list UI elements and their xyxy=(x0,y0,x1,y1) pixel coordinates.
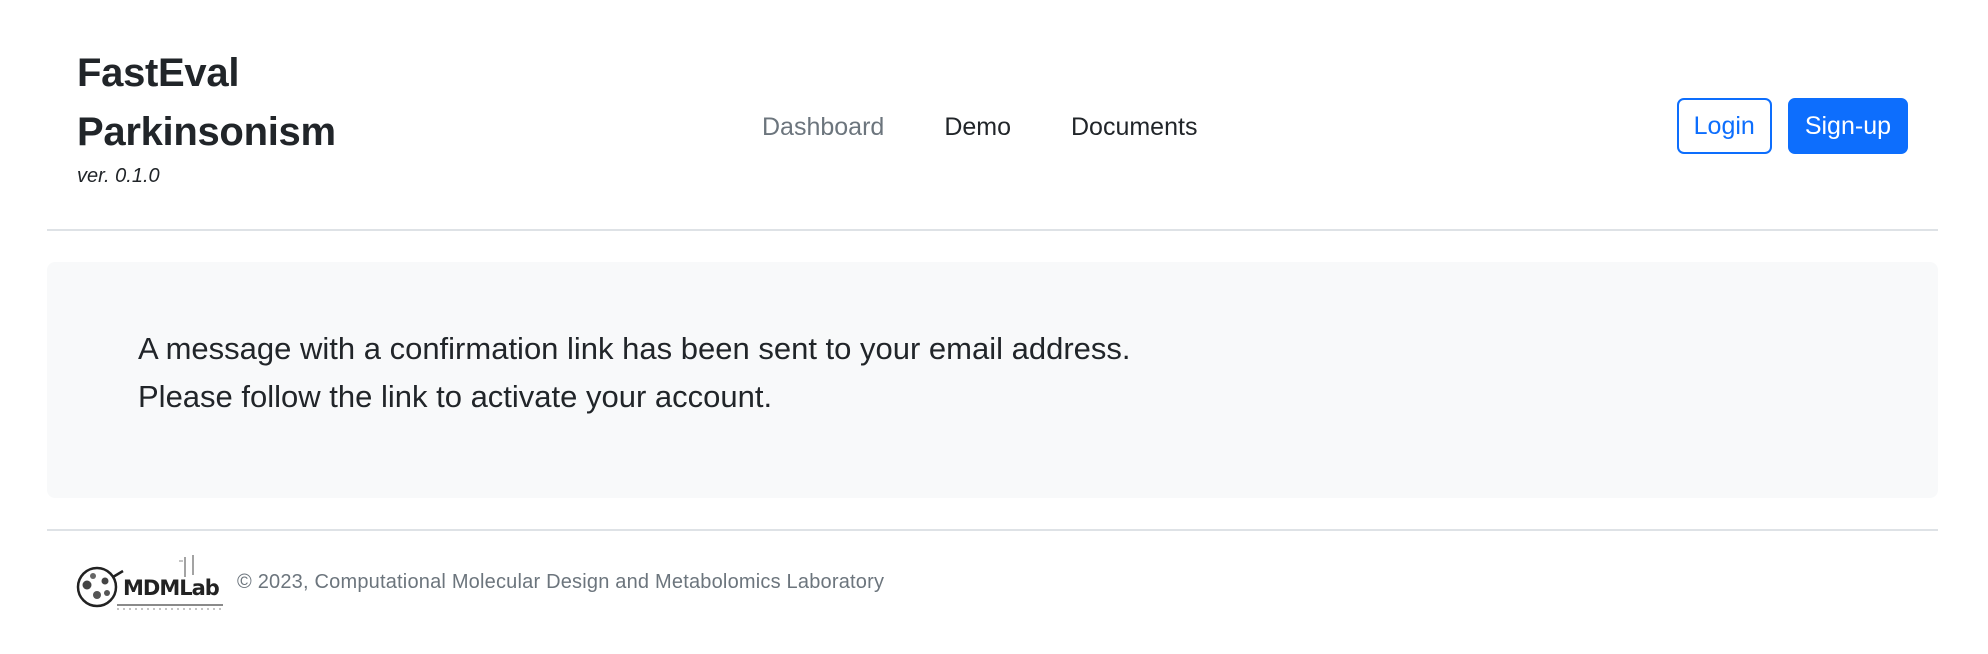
logo-text: MDMLab xyxy=(123,576,220,600)
login-button[interactable]: Login xyxy=(1676,98,1772,154)
nav-item-documents[interactable]: Documents xyxy=(1041,100,1227,154)
confirmation-message-panel: A message with a confirmation link has b… xyxy=(47,262,1938,498)
site-header: FastEval Parkinsonism ver. 0.1.0 Dashboa… xyxy=(47,0,1938,231)
copyright-text: © 2023, Computational Molecular Design a… xyxy=(237,570,885,593)
brand-title-line1[interactable]: FastEval xyxy=(77,44,397,103)
brand[interactable]: FastEval Parkinsonism ver. 0.1.0 xyxy=(77,44,397,190)
message-line-2: Please follow the link to activate your … xyxy=(138,379,773,414)
nav-item-demo[interactable]: Demo xyxy=(914,100,1041,154)
confirmation-message: A message with a confirmation link has b… xyxy=(138,325,1131,421)
auth-buttons: Login Sign-up xyxy=(1676,98,1908,154)
brand-title-line2[interactable]: Parkinsonism xyxy=(77,103,397,162)
mdmlab-logo-icon: MDMLab xyxy=(76,555,223,610)
page-container: FastEval Parkinsonism ver. 0.1.0 Dashboa… xyxy=(47,0,1938,654)
site-footer: MDMLab © 2023, Computational Molecular D… xyxy=(47,529,1938,639)
footer-content: MDMLab © 2023, Computational Molecular D… xyxy=(75,551,884,613)
signup-button[interactable]: Sign-up xyxy=(1787,98,1908,154)
version-label: ver. 0.1.0 xyxy=(77,165,160,187)
nav-item-dashboard[interactable]: Dashboard xyxy=(732,100,914,154)
message-line-1: A message with a confirmation link has b… xyxy=(138,331,1131,366)
main-nav: Dashboard Demo Documents xyxy=(732,100,1227,154)
